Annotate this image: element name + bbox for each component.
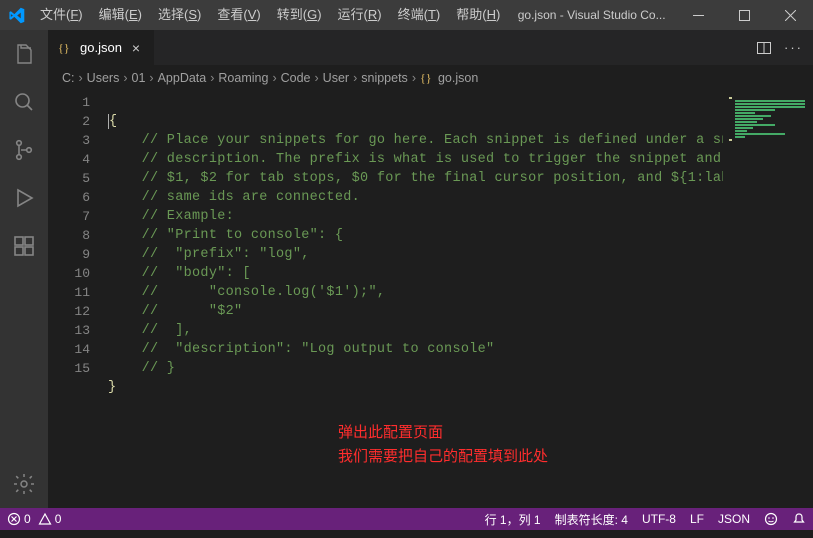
error-icon <box>7 512 21 526</box>
code-editor[interactable]: 123456789101112131415 { // Place your sn… <box>48 91 813 508</box>
source-control-icon[interactable] <box>0 126 48 174</box>
activity-bar <box>0 30 48 508</box>
main-menu: 文件(F) 编辑(E) 选择(S) 查看(V) 转到(G) 运行(R) 终端(T… <box>32 0 508 30</box>
close-button[interactable] <box>767 0 813 30</box>
explorer-icon[interactable] <box>0 30 48 78</box>
menu-select[interactable]: 选择(S) <box>150 0 209 30</box>
menu-edit[interactable]: 编辑(E) <box>91 0 150 30</box>
tab-go-json[interactable]: {} go.json × <box>48 30 155 65</box>
warning-icon <box>38 512 52 526</box>
status-cursor-pos[interactable]: 行 1，列 1 <box>478 508 548 530</box>
line-numbers: 123456789101112131415 <box>48 91 108 508</box>
annotation-line2: 我们需要把自己的配置填到此处 <box>338 445 548 469</box>
status-encoding[interactable]: UTF-8 <box>635 508 683 530</box>
extensions-icon[interactable] <box>0 222 48 270</box>
more-actions-icon[interactable]: ··· <box>784 40 803 55</box>
svg-text:{}: {} <box>420 71 432 85</box>
menu-help[interactable]: 帮助(H) <box>448 0 508 30</box>
breadcrumb-seg[interactable]: User <box>323 71 349 85</box>
breadcrumb-seg[interactable]: Users <box>87 71 120 85</box>
json-file-icon: {} <box>58 40 74 56</box>
search-icon[interactable] <box>0 78 48 126</box>
vscode-logo-icon <box>0 7 32 24</box>
breadcrumb-seg[interactable]: C: <box>62 71 75 85</box>
window-title: go.json - Visual Studio Co... <box>508 8 675 22</box>
tabs-bar: {} go.json × ··· <box>48 30 813 65</box>
status-bar: 0 0 行 1，列 1 制表符长度: 4 UTF-8 LF JSON <box>0 508 813 530</box>
breadcrumb-file[interactable]: go.json <box>438 71 478 85</box>
split-editor-icon[interactable] <box>756 40 772 56</box>
breadcrumb-seg[interactable]: 01 <box>132 71 146 85</box>
status-eol[interactable]: LF <box>683 508 711 530</box>
status-feedback-icon[interactable] <box>757 508 785 530</box>
status-tab-size[interactable]: 制表符长度: 4 <box>548 508 635 530</box>
menu-file[interactable]: 文件(F) <box>32 0 91 30</box>
status-errors[interactable]: 0 0 <box>0 508 68 530</box>
status-language[interactable]: JSON <box>711 508 757 530</box>
menu-goto[interactable]: 转到(G) <box>269 0 330 30</box>
titlebar: 文件(F) 编辑(E) 选择(S) 查看(V) 转到(G) 运行(R) 终端(T… <box>0 0 813 30</box>
annotation-overlay: 弹出此配置页面 我们需要把自己的配置填到此处 <box>338 421 548 469</box>
minimize-button[interactable] <box>675 0 721 30</box>
menu-run[interactable]: 运行(R) <box>330 0 390 30</box>
window-controls <box>675 0 813 30</box>
tab-label: go.json <box>80 40 122 55</box>
breadcrumb-seg[interactable]: snippets <box>361 71 408 85</box>
menu-terminal[interactable]: 终端(T) <box>390 0 449 30</box>
menu-view[interactable]: 查看(V) <box>209 0 268 30</box>
svg-text:{}: {} <box>58 41 70 55</box>
breadcrumb-seg[interactable]: AppData <box>158 71 207 85</box>
minimap[interactable] <box>723 91 813 508</box>
json-file-icon: {} <box>420 70 436 86</box>
editor-group: {} go.json × ··· C:› Users› 01› AppData›… <box>48 30 813 508</box>
maximize-button[interactable] <box>721 0 767 30</box>
breadcrumb-seg[interactable]: Code <box>281 71 311 85</box>
run-debug-icon[interactable] <box>0 174 48 222</box>
breadcrumbs[interactable]: C:› Users› 01› AppData› Roaming› Code› U… <box>48 65 813 91</box>
annotation-line1: 弹出此配置页面 <box>338 421 548 445</box>
minimap-preview <box>727 95 809 155</box>
breadcrumb-seg[interactable]: Roaming <box>218 71 268 85</box>
main-area: {} go.json × ··· C:› Users› 01› AppData›… <box>0 30 813 508</box>
settings-gear-icon[interactable] <box>0 460 48 508</box>
status-bell-icon[interactable] <box>785 508 813 530</box>
tab-close-icon[interactable]: × <box>128 40 144 56</box>
